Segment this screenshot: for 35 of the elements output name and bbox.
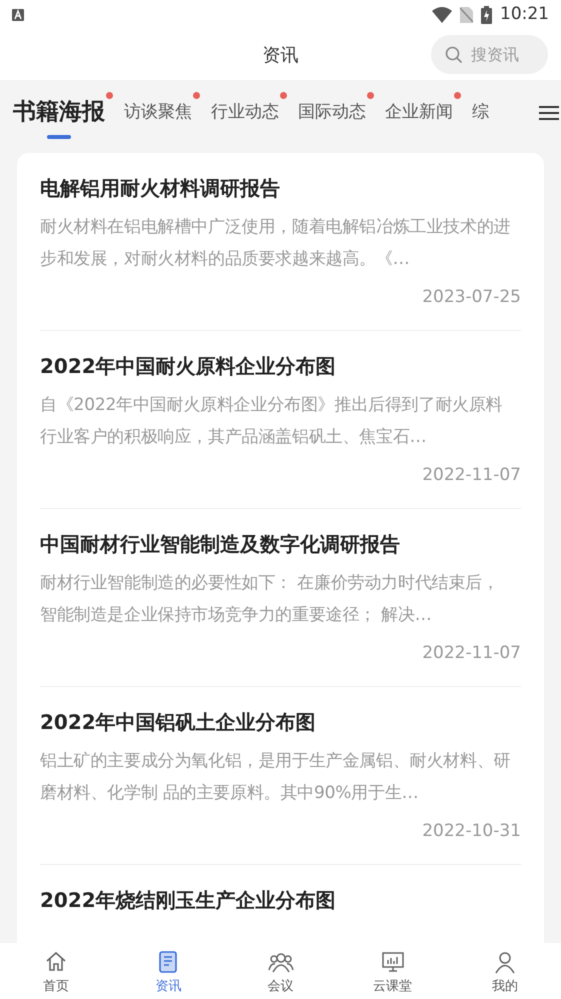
category-tab[interactable]: 企业新闻 — [385, 80, 466, 145]
article-title[interactable]: 中国耐材行业智能制造及数字化调研报告 — [40, 529, 521, 559]
search-icon — [445, 46, 463, 64]
nav-tab[interactable]: 云课堂 — [336, 943, 449, 999]
article-date: 2022-11-07 — [421, 464, 521, 487]
article-date: 2023-07-25 — [421, 286, 521, 309]
category-tab[interactable]: 访谈聚焦 — [124, 80, 205, 145]
nav-tab[interactable]: 首页 — [0, 943, 112, 999]
article-title[interactable]: 电解铝用耐火材料调研报告 — [40, 173, 521, 203]
app-icon — [12, 9, 24, 21]
menu-icon[interactable] — [539, 104, 559, 120]
battery-icon — [481, 6, 492, 24]
article-date: 2022-11-07 — [421, 642, 521, 665]
article-date: 2022-10-31 — [421, 820, 521, 843]
category-tab[interactable]: 书籍海报 — [13, 80, 118, 145]
article-title[interactable]: 2022年中国耐火原料企业分布图 — [40, 351, 521, 381]
article-summary: 耐火材料在铝电解槽中广泛使用，随着电解铝冶炼工业技术的进步和发展，对耐火材料的品质要求越来越高。《… — [40, 216, 512, 271]
category-tab[interactable]: 国际动态 — [298, 80, 379, 145]
page-title: 资讯 — [262, 44, 298, 68]
nav-tab[interactable]: 我的 — [448, 943, 561, 999]
nav-tab[interactable]: 资讯 — [112, 943, 224, 999]
wifi-icon — [432, 7, 452, 23]
search-input[interactable]: 搜资讯 — [471, 42, 541, 66]
article-summary: 耐材行业智能制造的必要性如下： 在廉价劳动力时代结束后，智能制造是企业保持市场竞争力的重要途径； 解决… — [40, 572, 500, 627]
search-field[interactable]: 搜资讯 — [431, 35, 548, 74]
article-title[interactable]: 2022年中国铝矾土企业分布图 — [40, 707, 521, 737]
category-tab[interactable]: 综 — [472, 80, 502, 145]
nav-tab[interactable]: 会议 — [224, 943, 337, 999]
category-tab[interactable]: 行业动态 — [211, 80, 292, 145]
clock-time: 10:21 — [500, 3, 549, 26]
no-sim-icon — [460, 7, 473, 23]
article-title[interactable]: 2022年烧结刚玉生产企业分布图 — [40, 885, 521, 915]
tab-indicator — [47, 135, 71, 139]
article-summary: 自《2022年中国耐火原料企业分布图》推出后得到了耐火原料行业客户的积极响应，其产品涵盖铝矾土、焦宝石… — [40, 394, 504, 449]
article-summary: 铝土矿的主要成分为氧化铝，是用于生产金属铝、耐火材料、研磨材料、化学制 品的主要原料。其中90%用于生… — [40, 750, 512, 805]
